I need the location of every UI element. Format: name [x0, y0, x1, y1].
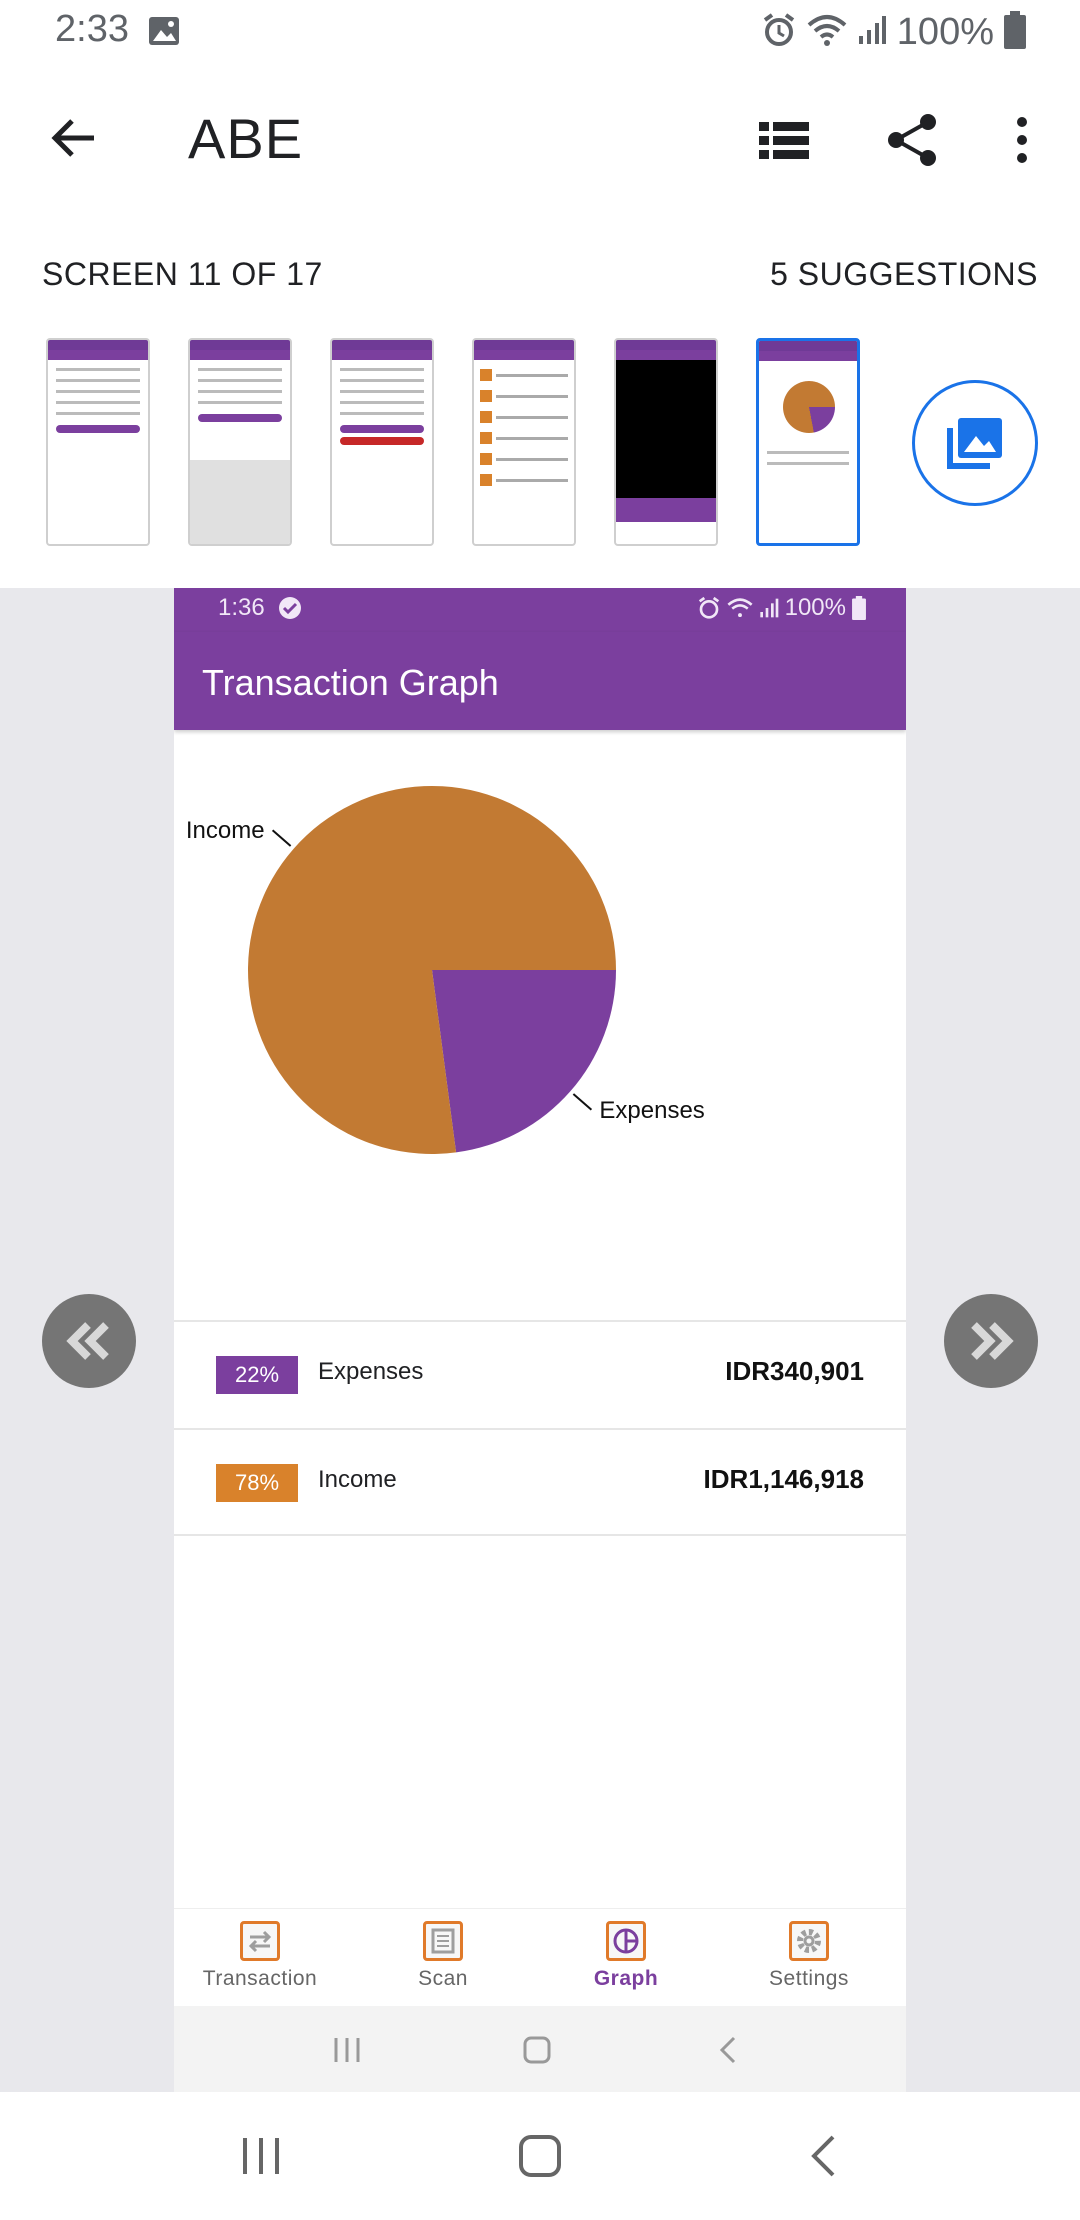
gallery-button[interactable]	[912, 380, 1038, 506]
nav-label: Scan	[418, 1967, 468, 1990]
more-vert-icon	[1017, 117, 1027, 163]
counter-row: SCREEN 11 OF 17 5 SUGGESTIONS	[0, 250, 1080, 310]
preview-recents-icon	[334, 2038, 360, 2062]
more-options-button[interactable]	[990, 104, 1054, 176]
legend-name: Income	[318, 1466, 397, 1493]
system-nav-bar	[0, 2092, 1080, 2220]
preview-toolbar: Transaction Graph	[174, 632, 906, 730]
thumbnail-screen-8[interactable]	[330, 338, 434, 546]
nav-label: Settings	[769, 1967, 849, 1990]
thumbnail-screen-11-selected[interactable]	[756, 338, 860, 546]
previous-screen-button[interactable]	[42, 1294, 136, 1388]
legend-percent-badge: 22%	[216, 1356, 298, 1394]
nav-label: Graph	[593, 1967, 659, 1990]
nav-scan[interactable]: Scan	[363, 1921, 523, 2001]
pie-chart: Expenses Income	[174, 730, 906, 1320]
nav-settings[interactable]: Settings	[729, 1921, 889, 2001]
preview-title: Transaction Graph	[202, 662, 499, 703]
status-time: 2:33	[55, 8, 129, 50]
nav-label: Transaction	[202, 1967, 318, 1990]
thumbnail-screen-9[interactable]	[472, 338, 576, 546]
preview-wifi-icon	[727, 598, 753, 618]
app-title: ABE	[188, 107, 304, 170]
system-back-icon[interactable]	[808, 2134, 838, 2178]
double-chevron-right-icon	[971, 1322, 1014, 1360]
scan-icon	[423, 1921, 463, 1961]
transaction-icon	[240, 1921, 280, 1961]
preview-alarm-icon	[698, 596, 719, 619]
next-screen-button[interactable]	[944, 1294, 1038, 1388]
device-status-bar: 2:33 100%	[0, 0, 1080, 64]
preview-status-time: 1:36	[218, 594, 265, 621]
image-notification-icon	[148, 16, 180, 51]
pie-leader-line-income	[271, 829, 292, 847]
preview-system-nav	[174, 2006, 906, 2092]
back-button[interactable]	[40, 104, 108, 172]
legend-amount: IDR340,901	[725, 1356, 864, 1386]
double-chevron-left-icon	[66, 1322, 109, 1360]
pie-chart-svg: Expenses Income	[186, 786, 705, 1154]
legend-amount: IDR1,146,918	[703, 1464, 864, 1494]
preview-bottom-nav: Transaction Scan Graph Settings	[174, 1908, 906, 2006]
pie-slice-expenses[interactable]	[432, 970, 616, 1153]
preview-back-icon	[719, 2036, 736, 2064]
preview-status-bar: 1:36 100%	[174, 588, 906, 632]
nav-transaction[interactable]: Transaction	[180, 1921, 340, 2001]
share-icon	[888, 114, 936, 166]
preview-battery-icon	[852, 596, 866, 620]
share-button[interactable]	[876, 104, 948, 176]
legend-row-expenses[interactable]: 22% Expenses IDR340,901	[174, 1320, 906, 1428]
screen-counter: SCREEN 11 OF 17	[42, 256, 323, 292]
preview-signal-icon	[759, 598, 778, 618]
photo-library-icon	[947, 418, 1002, 469]
thumbnail-screen-6[interactable]	[46, 338, 150, 546]
legend-name: Expenses	[318, 1358, 424, 1385]
battery-percent: 100%	[896, 10, 994, 53]
alarm-icon	[761, 12, 797, 53]
preview-battery-percent: 100%	[784, 594, 846, 621]
battery-icon	[1004, 10, 1026, 54]
list-view-button[interactable]	[748, 104, 820, 176]
back-arrow-icon	[51, 119, 94, 157]
thumbnail-screen-7[interactable]	[188, 338, 292, 546]
preview-home-icon	[523, 2036, 551, 2064]
pie-leader-line-expenses	[572, 1093, 593, 1111]
nav-graph[interactable]: Graph	[546, 1921, 706, 2001]
preview-status-icons: 100%	[697, 594, 866, 622]
home-icon[interactable]	[518, 2134, 562, 2178]
signal-icon	[857, 14, 887, 51]
screenshot-preview: 1:36 100% Transaction Graph Expenses Inco…	[174, 588, 906, 2092]
suggestions-count[interactable]: 5 SUGGESTIONS	[770, 256, 1038, 293]
settings-gear-icon	[789, 1921, 829, 1961]
legend-row-income[interactable]: 78% Income IDR1,146,918	[174, 1428, 906, 1536]
graph-icon	[606, 1921, 646, 1961]
app-bar: ABE	[0, 64, 1080, 212]
recents-icon[interactable]	[240, 2136, 282, 2176]
list-icon	[759, 122, 809, 159]
pie-label-income: Income	[186, 817, 265, 844]
check-circle-icon	[278, 596, 302, 625]
status-icons: 100%	[761, 8, 1026, 56]
pie-label-expenses: Expenses	[599, 1097, 704, 1124]
legend-percent-badge: 78%	[216, 1464, 298, 1502]
thumbnail-screen-10[interactable]	[614, 338, 718, 546]
wifi-icon	[807, 13, 847, 52]
